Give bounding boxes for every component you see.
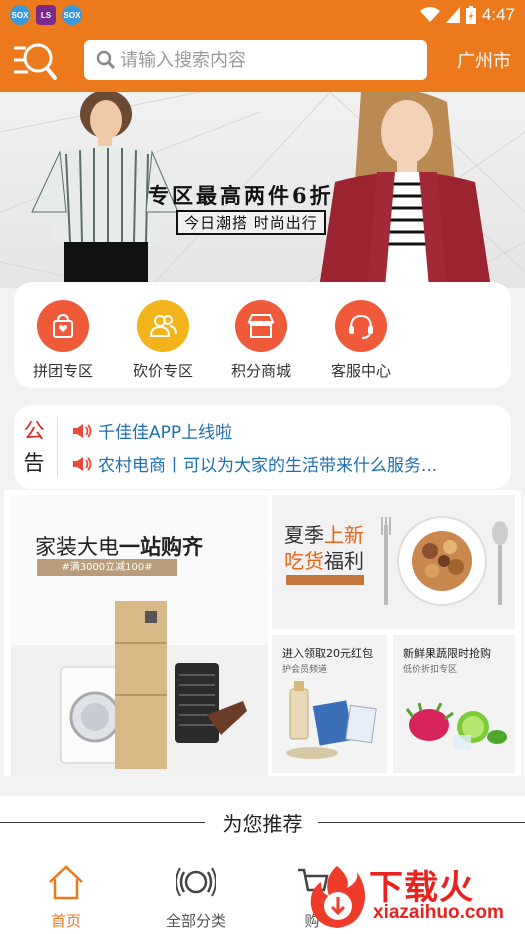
promo-red-packet[interactable]: 进入领取20元红包 护会员频道 [272, 635, 387, 773]
nav-home[interactable]: 首页 [16, 862, 116, 931]
banner-subtitle: 今日潮搭 时尚出行 [176, 210, 326, 235]
promo-subtitle: 吃货福利 [284, 549, 364, 573]
promo-grid: 家装大电一站购齐 #满3000立减100# 夏季上新 吃货福利 进入领取20元红… [4, 490, 521, 776]
announcement-card: 公 告 千佳佳APP上线啦 农村电商丨可以为大家的生活带来什么服务... [14, 405, 511, 489]
users-icon [137, 300, 189, 352]
banner-headline: 专区最高两件6折 [148, 183, 334, 208]
menu-search-icon[interactable] [12, 38, 58, 84]
recommend-section-header: 为您推荐 [0, 796, 525, 850]
fruit-image [405, 702, 507, 749]
search-input[interactable] [120, 49, 410, 71]
store-icon [235, 300, 287, 352]
appliances-image [11, 601, 268, 776]
search-bar[interactable] [84, 40, 427, 80]
home-icon [49, 865, 83, 900]
promo-subtitle: 护会员频道 [282, 665, 328, 675]
nav-label: 全部分类 [165, 912, 226, 930]
category-icon [175, 867, 217, 897]
banner-carousel[interactable]: 专区最高两件6折 今日潮搭 时尚出行 [0, 92, 525, 288]
category-bargain[interactable]: 砍价专区 [118, 300, 208, 381]
announcement-item[interactable]: 千佳佳APP上线啦 [72, 418, 232, 443]
speaker-icon [73, 423, 92, 438]
watermark-logo: 下载火 xiazaihuo.com [305, 858, 525, 934]
promo-tag: #满3000立减100# [37, 559, 177, 576]
promo-appliances[interactable]: 家装大电一站购齐 #满3000立减100# [11, 495, 268, 776]
category-label: 砍价专区 [132, 362, 193, 380]
category-group-buy[interactable]: 拼团专区 [18, 300, 108, 381]
promo-tag [286, 575, 364, 585]
announcement-item[interactable]: 农村电商丨可以为大家的生活带来什么服务... [72, 451, 437, 476]
promo-title: 进入领取20元红包 [282, 647, 373, 660]
battery-icon [465, 6, 476, 24]
category-customer-service[interactable]: 客服中心 [316, 300, 406, 381]
shopping-bag-icon [37, 300, 89, 352]
app-notification-icon: LS [36, 5, 56, 25]
promo-fresh-fruit[interactable]: 新鲜果蔬限时抢购 低价折扣专区 [393, 635, 515, 773]
category-label: 客服中心 [330, 362, 391, 380]
divider [57, 417, 58, 477]
promo-title: 新鲜果蔬限时抢购 [403, 647, 491, 660]
status-indicators: 4:47 [419, 0, 515, 30]
status-bar: SOX LS SOX 4:47 [0, 0, 525, 30]
nav-all-categories[interactable]: 全部分类 [146, 862, 246, 931]
promo-title: 家装大电一站购齐 [35, 535, 203, 559]
promo-subtitle: 低价折扣专区 [403, 665, 458, 675]
category-label: 拼团专区 [32, 362, 93, 380]
promo-title: 夏季上新 [284, 523, 364, 547]
signal-icon [445, 7, 460, 23]
watermark-url: xiazaihuo.com [373, 902, 504, 923]
speaker-icon [73, 456, 92, 471]
app-notification-icon: SOX [10, 5, 30, 25]
category-points-mall[interactable]: 积分商城 [216, 300, 306, 381]
nav-label: 首页 [50, 912, 81, 930]
snack-plate-image [381, 516, 508, 606]
announcement-tag: 公 告 [23, 419, 45, 475]
cosmetics-image [286, 681, 377, 759]
header: 广州市 [0, 30, 525, 92]
category-label: 积分商城 [230, 362, 291, 380]
recommend-title: 为您推荐 [0, 808, 525, 837]
city-selector[interactable]: 广州市 [457, 47, 511, 73]
model-image-right [319, 92, 491, 288]
app-notification-icon: SOX [62, 5, 82, 25]
clock: 4:47 [481, 5, 515, 24]
wifi-icon [419, 7, 440, 22]
headset-icon [335, 300, 387, 352]
category-card: 拼团专区 砍价专区 积分商城 客服中心 [14, 282, 511, 388]
flame-logo-icon [310, 866, 365, 928]
promo-summer-snacks[interactable]: 夏季上新 吃货福利 [272, 495, 515, 629]
search-icon [96, 50, 116, 70]
